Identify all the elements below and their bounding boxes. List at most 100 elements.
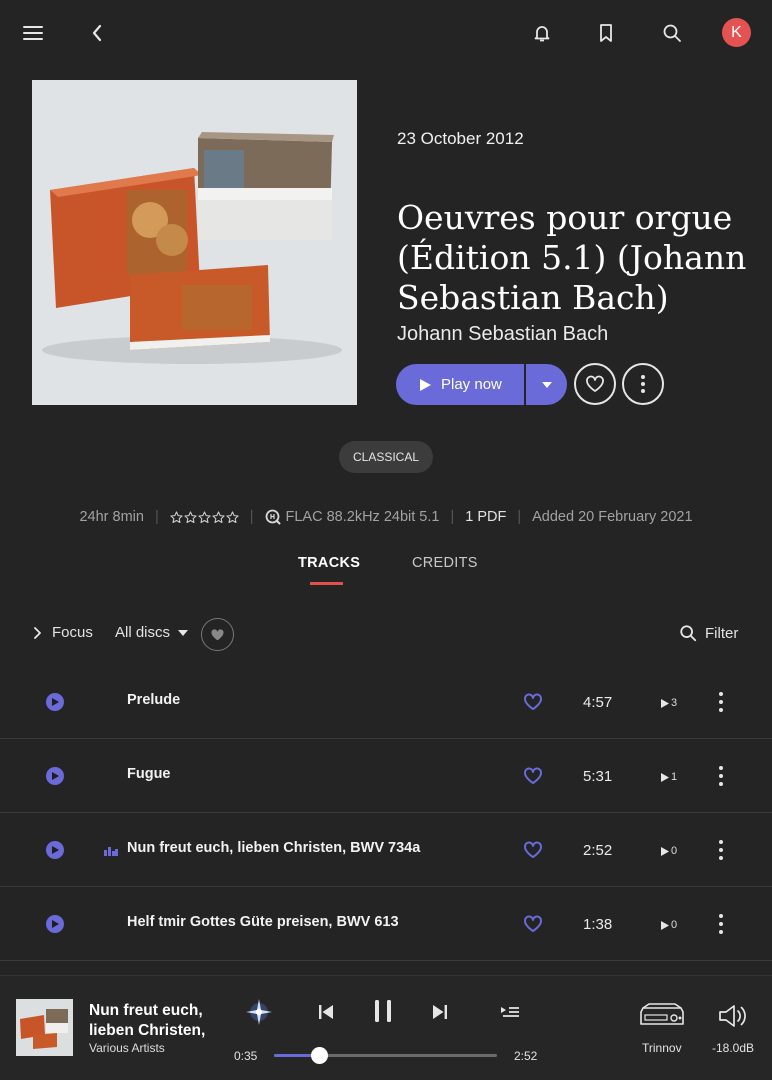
more-vertical-icon — [719, 766, 723, 786]
skip-next-icon — [433, 1005, 447, 1019]
search-icon — [680, 625, 697, 642]
play-now-button[interactable]: Play now — [396, 364, 524, 405]
star-icon[interactable] — [212, 510, 225, 524]
track-favorite-button[interactable] — [523, 841, 543, 859]
rating-stars[interactable] — [170, 510, 239, 524]
album-artist[interactable]: Johann Sebastian Bach — [397, 323, 608, 346]
album-cover — [32, 80, 357, 405]
menu-icon[interactable] — [20, 20, 46, 46]
queue-button[interactable] — [498, 1001, 522, 1023]
track-row[interactable]: Prelude 4:57 3 — [0, 666, 772, 739]
more-options-button[interactable] — [622, 363, 664, 405]
track-title: Helf tmir Gottes Güte preisen, BWV 613 — [127, 914, 399, 930]
chevron-right-icon — [34, 626, 41, 639]
heart-filled-icon — [211, 628, 224, 640]
track-row[interactable]: Fugue 5:31 1 — [0, 740, 772, 813]
play-count-icon — [661, 772, 669, 782]
track-play-button[interactable] — [46, 693, 64, 711]
sparkle-icon[interactable] — [244, 997, 274, 1027]
star-icon[interactable] — [184, 510, 197, 524]
track-title: Prelude — [127, 692, 181, 708]
favorites-filter-button[interactable] — [201, 618, 234, 651]
filter-button[interactable]: Filter — [679, 624, 738, 642]
track-play-button[interactable] — [46, 841, 64, 859]
notification-bell-icon[interactable] — [529, 20, 555, 46]
tab-tracks[interactable]: TRACKS — [298, 555, 360, 571]
track-duration: 5:31 — [583, 768, 613, 785]
play-count-icon — [661, 920, 669, 930]
track-more-button[interactable] — [713, 912, 729, 936]
play-icon — [52, 920, 59, 928]
track-duration: 2:52 — [583, 842, 613, 859]
skip-previous-icon — [319, 1005, 333, 1019]
pdf-booklet-link[interactable]: 1 PDF — [465, 509, 506, 525]
more-vertical-icon — [719, 840, 723, 860]
hi-res-icon — [265, 509, 281, 525]
track-favorite-button[interactable] — [523, 767, 543, 785]
track-play-button[interactable] — [46, 915, 64, 933]
focus-toggle[interactable]: Focus — [33, 624, 93, 641]
track-favorite-button[interactable] — [523, 915, 543, 933]
progress-knob[interactable] — [311, 1047, 328, 1064]
play-count: 3 — [661, 697, 677, 709]
output-device-button[interactable] — [638, 1000, 686, 1030]
now-playing-thumbnail[interactable] — [16, 999, 73, 1056]
release-date: 23 October 2012 — [397, 129, 524, 148]
track-title: Fugue — [127, 766, 171, 782]
star-icon[interactable] — [226, 510, 239, 524]
heart-icon — [524, 693, 542, 710]
star-icon[interactable] — [170, 510, 183, 524]
disc-selector-label: All discs — [115, 624, 171, 641]
pause-icon — [375, 1000, 391, 1022]
album-title: Oeuvres pour orgue (Édition 5.1) (Johann… — [397, 198, 747, 317]
play-count: 1 — [661, 771, 677, 783]
audio-format: FLAC 88.2kHz 24bit 5.1 — [285, 509, 440, 525]
play-count-value: 3 — [671, 697, 678, 709]
track-duration: 4:57 — [583, 694, 613, 711]
track-more-button[interactable] — [713, 838, 729, 862]
favorite-album-button[interactable] — [574, 363, 616, 405]
heart-icon — [524, 767, 542, 784]
added-date: Added 20 February 2021 — [532, 509, 693, 525]
play-options-dropdown[interactable] — [526, 364, 567, 405]
total-time: 2:52 — [514, 1049, 538, 1063]
amplifier-device-icon — [640, 1003, 684, 1025]
more-vertical-icon — [719, 692, 723, 712]
next-track-button[interactable] — [428, 1001, 452, 1023]
play-icon — [52, 698, 59, 706]
output-device-label: Trinnov — [642, 1041, 682, 1055]
track-favorite-button[interactable] — [523, 693, 543, 711]
search-icon[interactable] — [659, 20, 685, 46]
tab-credits[interactable]: CREDITS — [412, 555, 478, 571]
track-row[interactable]: Nun freut euch, lieben Christen, BWV 734… — [0, 814, 772, 887]
bookmark-icon[interactable] — [593, 20, 619, 46]
pause-button[interactable] — [368, 996, 398, 1026]
previous-track-button[interactable] — [314, 1001, 338, 1023]
track-more-button[interactable] — [713, 690, 729, 714]
volume-button[interactable] — [716, 1002, 750, 1030]
heart-icon — [586, 375, 604, 392]
track-play-button[interactable] — [46, 767, 64, 785]
play-count-icon — [661, 846, 669, 856]
genre-badge[interactable]: CLASSICAL — [339, 441, 433, 473]
focus-label: Focus — [52, 624, 93, 641]
play-count-icon — [661, 698, 669, 708]
now-playing-title[interactable]: Nun freut euch, lieben Christen, — [89, 1001, 219, 1041]
back-icon[interactable] — [84, 20, 110, 46]
now-playing-bars-icon — [104, 846, 118, 856]
user-avatar[interactable]: K — [722, 18, 751, 47]
now-playing-artist[interactable]: Various Artists — [89, 1041, 165, 1055]
track-more-button[interactable] — [713, 764, 729, 788]
play-icon — [52, 772, 59, 780]
play-now-label: Play now — [441, 376, 502, 393]
play-count-value: 0 — [671, 845, 678, 857]
album-duration: 24hr 8min — [79, 509, 144, 525]
more-vertical-icon — [719, 914, 723, 934]
play-count-value: 0 — [671, 919, 678, 931]
play-icon — [420, 378, 431, 391]
star-icon[interactable] — [198, 510, 211, 524]
disc-selector[interactable]: All discs — [115, 624, 189, 641]
volume-icon — [719, 1005, 746, 1027]
track-row[interactable]: Helf tmir Gottes Güte preisen, BWV 613 1:… — [0, 888, 772, 961]
caret-down-icon — [178, 629, 189, 636]
